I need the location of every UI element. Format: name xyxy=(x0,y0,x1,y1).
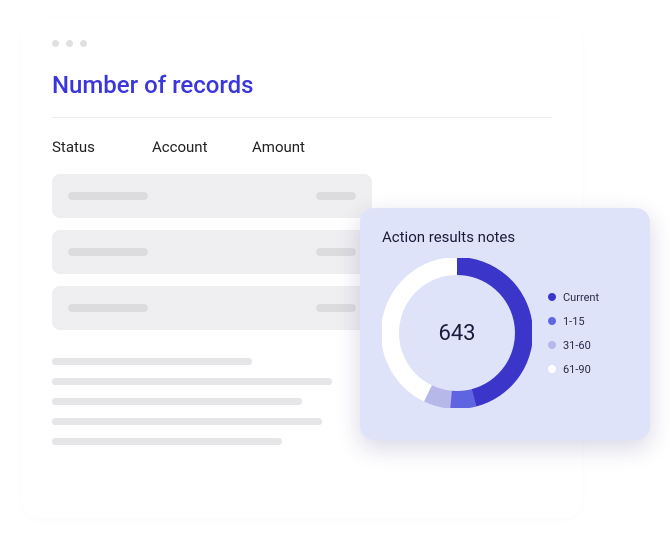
legend-item-current: Current xyxy=(548,291,599,304)
legend-item-31-60: 31-60 xyxy=(548,339,599,352)
table-header: Status Account Amount xyxy=(52,138,552,156)
placeholder-cell xyxy=(316,248,356,256)
legend-label: Current xyxy=(563,291,599,304)
placeholder-line xyxy=(52,418,322,425)
action-results-panel: Action results notes 643 Current 1- xyxy=(360,208,650,440)
placeholder-cell xyxy=(68,248,148,256)
panel-body: 643 Current 1-15 31-60 61-90 xyxy=(382,258,628,408)
placeholder-line xyxy=(52,358,252,365)
legend-label: 61-90 xyxy=(563,363,591,376)
placeholder-line xyxy=(52,438,282,445)
page-title: Number of records xyxy=(52,71,552,99)
legend-item-61-90: 61-90 xyxy=(548,363,599,376)
placeholder-cell xyxy=(316,192,356,200)
panel-title: Action results notes xyxy=(382,228,628,246)
legend-item-1-15: 1-15 xyxy=(548,315,599,328)
swatch-icon xyxy=(548,293,556,301)
placeholder-line xyxy=(52,398,302,405)
placeholder-cell xyxy=(316,304,356,312)
column-amount: Amount xyxy=(252,138,322,156)
window-dot xyxy=(66,40,73,47)
window-dot xyxy=(52,40,59,47)
table-row xyxy=(52,174,372,218)
placeholder-line xyxy=(52,378,332,385)
placeholder-cell xyxy=(68,192,148,200)
chart-legend: Current 1-15 31-60 61-90 xyxy=(548,291,599,376)
column-status: Status xyxy=(52,138,122,156)
swatch-icon xyxy=(548,341,556,349)
table-row xyxy=(52,230,372,274)
swatch-icon xyxy=(548,317,556,325)
donut-center-value: 643 xyxy=(382,258,532,408)
legend-label: 31-60 xyxy=(563,339,591,352)
table-row xyxy=(52,286,372,330)
placeholder-cell xyxy=(68,304,148,312)
column-account: Account xyxy=(152,138,222,156)
window-controls xyxy=(52,40,552,47)
swatch-icon xyxy=(548,365,556,373)
legend-label: 1-15 xyxy=(563,315,585,328)
donut-chart: 643 xyxy=(382,258,532,408)
divider xyxy=(52,117,552,118)
window-dot xyxy=(80,40,87,47)
